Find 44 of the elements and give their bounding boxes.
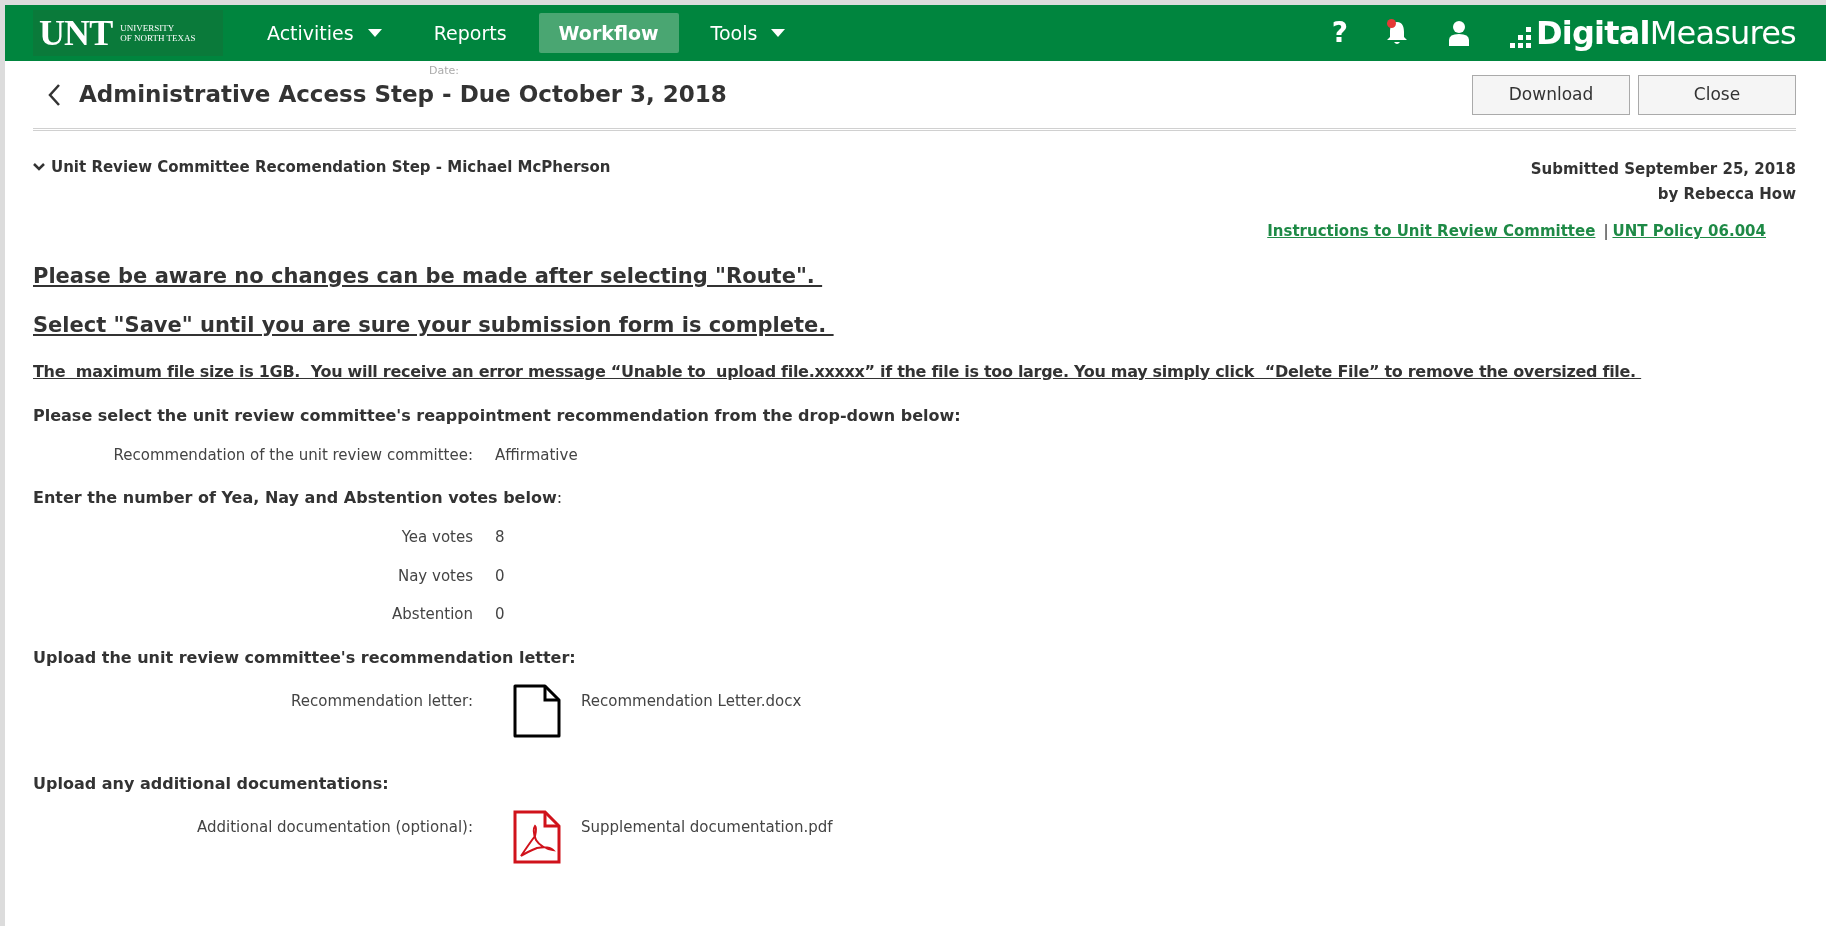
field-label: Yea votes bbox=[400, 527, 473, 548]
logo-mark: UNT bbox=[39, 15, 113, 51]
warning-notice: Select "Save" until you are sure your submission form is complete. bbox=[33, 312, 828, 339]
section-heading: Enter the number of Yea, Nay and Abstention votes below: bbox=[33, 487, 564, 509]
nav-menu-item[interactable]: Workflow bbox=[538, 13, 679, 53]
nav-menu-item[interactable]: Activities bbox=[247, 13, 402, 53]
field-value: 8 bbox=[495, 527, 505, 548]
action-button[interactable]: Download bbox=[1472, 74, 1630, 115]
help-button[interactable]: ? bbox=[1331, 19, 1349, 47]
date-label: Date: bbox=[429, 63, 459, 80]
field-value: 0 bbox=[495, 604, 505, 625]
document-link[interactable]: UNT Policy 06.004 bbox=[1612, 220, 1766, 243]
logo-subtitle: UNIVERSITY bbox=[120, 23, 176, 33]
section-heading: Upload the unit review committee's recommendation letter: bbox=[33, 646, 577, 669]
nav-menu-item[interactable]: Tools bbox=[690, 13, 806, 53]
field-value: Affirmative bbox=[495, 444, 578, 466]
field-label: Abstention bbox=[391, 604, 473, 625]
page-title: Administrative Access Step - Due October 3, 2018 bbox=[79, 80, 727, 110]
back-icon bbox=[47, 82, 61, 107]
document-file-icon[interactable] bbox=[513, 683, 561, 738]
chevron-icon bbox=[33, 161, 45, 173]
field-label: Nay votes bbox=[396, 565, 473, 587]
field-label: Additional documentation (optional): bbox=[196, 816, 473, 838]
link-separator: | bbox=[1603, 221, 1609, 242]
warning-notice: Please be aware no changes can be made after selecting "Route". bbox=[33, 262, 816, 290]
section-heading: Please select the unit review committee's reappointment recommendation from the drop-down below: bbox=[33, 404, 962, 427]
field-value: 0 bbox=[495, 565, 505, 587]
file-link[interactable]: Recommendation Letter.docx bbox=[581, 689, 802, 712]
nav-menu-item[interactable]: Reports bbox=[413, 13, 527, 53]
submission-info: Submitted September 25, 2018 bbox=[1530, 159, 1796, 180]
document-link[interactable]: Instructions to Unit Review Committee bbox=[1267, 220, 1596, 243]
field-label: Recommendation letter: bbox=[290, 690, 473, 712]
section-heading: Upload any additional documentations: bbox=[33, 772, 390, 795]
field-label: Recommendation of the unit review committee: bbox=[112, 444, 473, 466]
warning-notice: The maximum file size is 1GB. You will receive an error message “Unable to upload file.xxxxx” if the file is too large. You may simply click “Delete File” to remove the oversized file. bbox=[33, 360, 1637, 383]
file-link[interactable]: Supplemental documentation.pdf bbox=[581, 815, 833, 838]
person-icon bbox=[1448, 20, 1471, 46]
section-toggle[interactable]: Unit Review Committee Recomendation Step - Michael McPherson bbox=[33, 157, 611, 177]
pdf-file-icon[interactable] bbox=[513, 809, 561, 864]
logo-subtitle: OF NORTH TEXAS bbox=[120, 33, 196, 43]
dots-icon bbox=[1510, 27, 1533, 49]
brand-logo: DigitalMeasures bbox=[1536, 17, 1796, 49]
submission-info: by Rebecca How bbox=[1657, 184, 1796, 205]
action-button[interactable]: Close bbox=[1638, 74, 1796, 115]
